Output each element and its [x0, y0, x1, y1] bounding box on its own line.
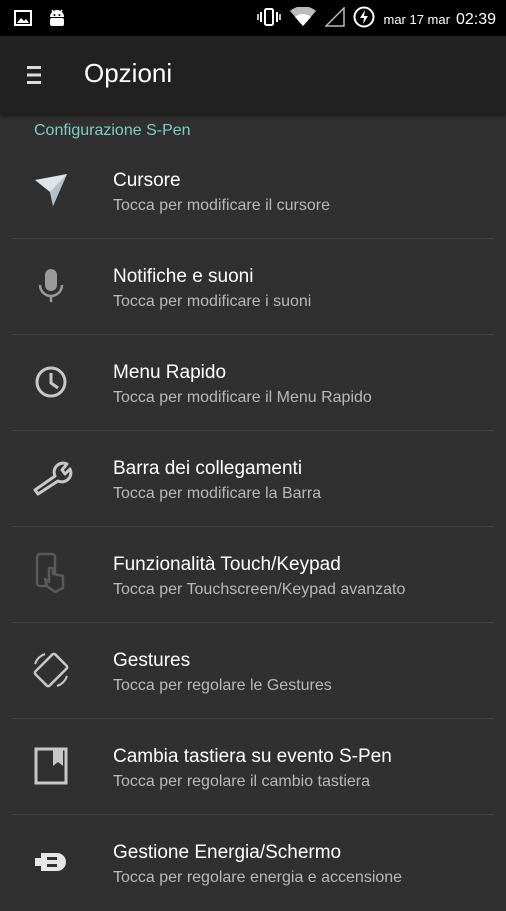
- list-item-barra[interactable]: Barra dei collegamenti Tocca per modific…: [0, 431, 506, 527]
- hamburger-icon[interactable]: [18, 60, 52, 90]
- image-icon: [14, 10, 32, 31]
- wrench-icon: [28, 455, 74, 501]
- item-subtitle: Tocca per regolare le Gestures: [113, 677, 332, 694]
- status-bar: mar 17 mar 02:39: [0, 0, 506, 36]
- item-subtitle: Tocca per regolare il cambio tastiera: [113, 773, 371, 790]
- status-left-icons: [14, 8, 66, 33]
- bookmark-icon: [28, 743, 74, 789]
- status-date: mar 17 mar: [383, 12, 450, 27]
- rotate-screen-icon: [28, 647, 74, 693]
- item-subtitle: Tocca per modificare i suoni: [113, 293, 312, 310]
- android-icon: [48, 8, 66, 33]
- status-right-icons: mar 17 mar 02:39: [257, 6, 496, 33]
- item-title: Notifiche e suoni: [113, 266, 254, 287]
- item-subtitle: Tocca per Touchscreen/Keypad avanzato: [113, 581, 406, 598]
- item-title: Cambia tastiera su evento S-Pen: [113, 746, 392, 767]
- item-subtitle: Tocca per regolare energia e accensione: [113, 869, 403, 886]
- vibrate-icon: [257, 7, 282, 32]
- item-title: Menu Rapido: [113, 362, 227, 383]
- settings-list: Cursore Tocca per modificare il cursore …: [0, 143, 506, 911]
- wifi-icon: [289, 6, 317, 32]
- list-item-gestione-energia[interactable]: Gestione Energia/Schermo Tocca per regol…: [0, 815, 506, 911]
- item-title: Cursore: [113, 170, 181, 191]
- power-plug-icon: [28, 839, 74, 885]
- item-title: Funzionalità Touch/Keypad: [113, 554, 341, 575]
- status-time: 02:39: [455, 10, 496, 28]
- section-header: Configurazione S-Pen: [34, 122, 191, 139]
- page-title: Opzioni: [84, 58, 173, 88]
- app-toolbar: Opzioni: [0, 36, 506, 114]
- item-title: Gestures: [113, 650, 191, 671]
- cursor-icon: [28, 167, 74, 213]
- list-item-touch-keypad[interactable]: Funzionalità Touch/Keypad Tocca per Touc…: [0, 527, 506, 623]
- list-item-cambia-tastiera[interactable]: Cambia tastiera su evento S-Pen Tocca pe…: [0, 719, 506, 815]
- item-title: Barra dei collegamenti: [113, 458, 303, 479]
- item-subtitle: Tocca per modificare la Barra: [113, 485, 322, 502]
- list-item-notifiche[interactable]: Notifiche e suoni Tocca per modificare i…: [0, 239, 506, 335]
- list-item-gestures[interactable]: Gestures Tocca per regolare le Gestures: [0, 623, 506, 719]
- microphone-icon: [28, 263, 74, 309]
- touch-phone-icon: [28, 551, 74, 597]
- list-item-menu-rapido[interactable]: Menu Rapido Tocca per modificare il Menu…: [0, 335, 506, 431]
- clock-icon: [28, 359, 74, 405]
- item-title: Gestione Energia/Schermo: [113, 842, 342, 863]
- list-item-cursore[interactable]: Cursore Tocca per modificare il cursore: [0, 143, 506, 239]
- signal-icon: [324, 6, 346, 32]
- item-subtitle: Tocca per modificare il cursore: [113, 197, 330, 214]
- battery-saver-icon: [353, 6, 375, 33]
- item-subtitle: Tocca per modificare il Menu Rapido: [113, 389, 372, 406]
